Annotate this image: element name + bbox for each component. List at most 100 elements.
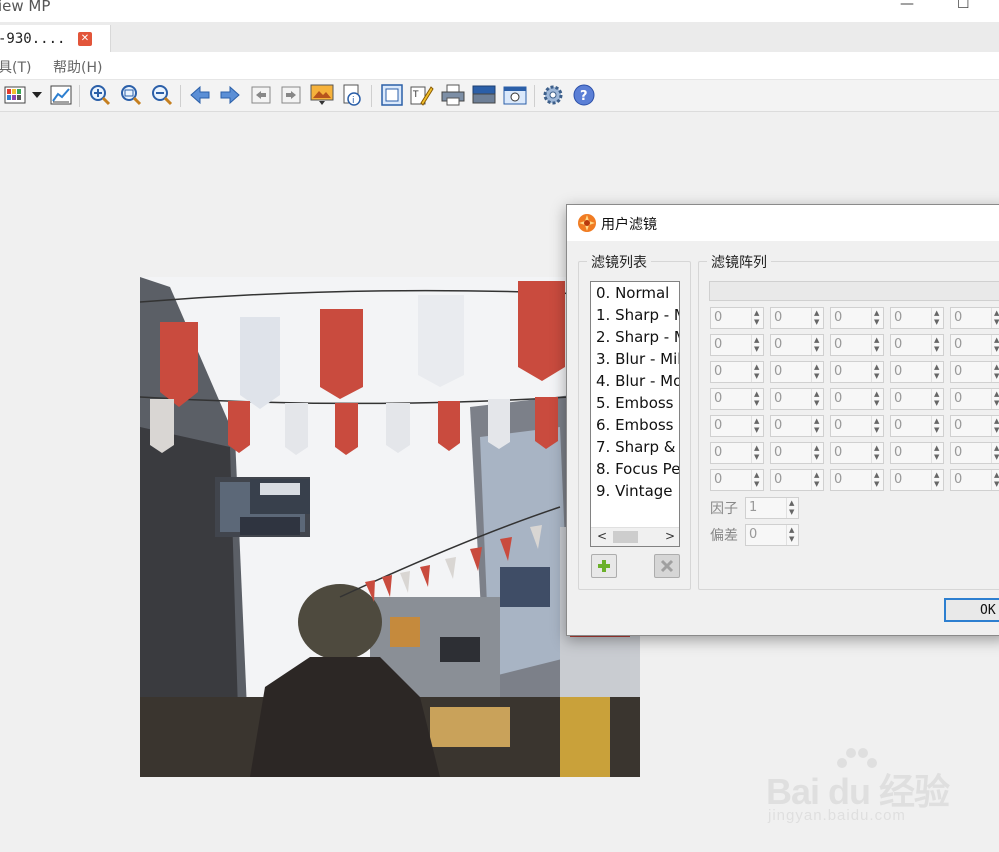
matrix-cell-spinbox[interactable]: 0 ▲ ▼ xyxy=(890,361,944,383)
spin-arrows[interactable]: ▲ ▼ xyxy=(991,470,999,490)
spin-up-icon[interactable]: ▲ xyxy=(814,337,819,344)
spin-up-icon[interactable]: ▲ xyxy=(934,310,939,317)
slideshow-icon[interactable] xyxy=(310,83,334,107)
spin-arrows[interactable]: ▲ ▼ xyxy=(931,308,943,328)
spin-up-icon[interactable]: ▲ xyxy=(814,445,819,452)
arrow-right-icon[interactable] xyxy=(218,83,242,107)
spin-down-icon[interactable]: ▼ xyxy=(994,319,999,326)
spin-up-icon[interactable]: ▲ xyxy=(874,445,879,452)
spin-up-icon[interactable]: ▲ xyxy=(754,472,759,479)
matrix-cell-spinbox[interactable]: 0 ▲ ▼ xyxy=(890,388,944,410)
matrix-cell-spinbox[interactable]: 0 ▲ ▼ xyxy=(950,334,999,356)
spin-up-icon[interactable]: ▲ xyxy=(754,364,759,371)
dialog-titlebar[interactable]: 用户滤镜 xyxy=(567,205,999,241)
spin-arrows[interactable]: ▲ ▼ xyxy=(786,525,798,545)
spin-arrows[interactable]: ▲ ▼ xyxy=(871,443,883,463)
spin-down-icon[interactable]: ▼ xyxy=(754,346,759,353)
spin-down-icon[interactable]: ▼ xyxy=(994,427,999,434)
spin-up-icon[interactable]: ▲ xyxy=(789,500,794,507)
spin-up-icon[interactable]: ▲ xyxy=(994,418,999,425)
spin-arrows[interactable]: ▲ ▼ xyxy=(991,389,999,409)
list-item[interactable]: 8. Focus Pe xyxy=(596,460,679,478)
spin-down-icon[interactable]: ▼ xyxy=(814,454,819,461)
settings-icon[interactable] xyxy=(541,83,565,107)
spin-arrows[interactable]: ▲ ▼ xyxy=(811,389,823,409)
spin-up-icon[interactable]: ▲ xyxy=(994,310,999,317)
spin-up-icon[interactable]: ▲ xyxy=(754,418,759,425)
spin-down-icon[interactable]: ▼ xyxy=(994,400,999,407)
spin-down-icon[interactable]: ▼ xyxy=(874,427,879,434)
spin-down-icon[interactable]: ▼ xyxy=(874,481,879,488)
spin-arrows[interactable]: ▲ ▼ xyxy=(811,308,823,328)
spin-down-icon[interactable]: ▼ xyxy=(874,454,879,461)
scrollbar-thumb[interactable] xyxy=(613,531,638,543)
spin-arrows[interactable]: ▲ ▼ xyxy=(931,443,943,463)
spin-up-icon[interactable]: ▲ xyxy=(754,445,759,452)
spin-up-icon[interactable]: ▲ xyxy=(874,418,879,425)
spin-down-icon[interactable]: ▼ xyxy=(754,373,759,380)
fullscreen-icon[interactable] xyxy=(380,83,404,107)
filter-listbox[interactable]: 0. Normal 1. Sharp - M 2. Sharp - M 3. B… xyxy=(590,281,680,547)
spin-down-icon[interactable]: ▼ xyxy=(994,481,999,488)
spin-down-icon[interactable]: ▼ xyxy=(814,427,819,434)
spin-arrows[interactable]: ▲ ▼ xyxy=(811,335,823,355)
spin-down-icon[interactable]: ▼ xyxy=(934,400,939,407)
list-item[interactable]: 5. Emboss - xyxy=(596,394,679,412)
spin-up-icon[interactable]: ▲ xyxy=(934,364,939,371)
matrix-cell-spinbox[interactable]: 0 ▲ ▼ xyxy=(830,442,884,464)
zoom-out-icon[interactable] xyxy=(150,83,174,107)
spin-down-icon[interactable]: ▼ xyxy=(754,319,759,326)
spin-arrows[interactable]: ▲ ▼ xyxy=(991,335,999,355)
spin-down-icon[interactable]: ▼ xyxy=(934,454,939,461)
matrix-cell-spinbox[interactable]: 0 ▲ ▼ xyxy=(770,334,824,356)
matrix-cell-spinbox[interactable]: 0 ▲ ▼ xyxy=(770,388,824,410)
minimize-button[interactable]: — xyxy=(900,0,914,12)
spin-arrows[interactable]: ▲ ▼ xyxy=(991,308,999,328)
matrix-cell-spinbox[interactable]: 0 ▲ ▼ xyxy=(710,334,764,356)
matrix-cell-spinbox[interactable]: 0 ▲ ▼ xyxy=(950,361,999,383)
spin-up-icon[interactable]: ▲ xyxy=(934,337,939,344)
spin-arrows[interactable]: ▲ ▼ xyxy=(931,335,943,355)
scroll-left-icon[interactable]: < xyxy=(597,529,607,543)
spin-down-icon[interactable]: ▼ xyxy=(874,373,879,380)
spin-down-icon[interactable]: ▼ xyxy=(814,400,819,407)
camera-icon[interactable] xyxy=(503,83,527,107)
spin-arrows[interactable]: ▲ ▼ xyxy=(931,470,943,490)
spin-up-icon[interactable]: ▲ xyxy=(874,364,879,371)
menu-tools[interactable]: 具(T) xyxy=(0,57,31,77)
spin-up-icon[interactable]: ▲ xyxy=(789,527,794,534)
spin-down-icon[interactable]: ▼ xyxy=(934,427,939,434)
matrix-cell-spinbox[interactable]: 0 ▲ ▼ xyxy=(890,469,944,491)
spin-down-icon[interactable]: ▼ xyxy=(789,509,794,516)
matrix-cell-spinbox[interactable]: 0 ▲ ▼ xyxy=(890,415,944,437)
spin-up-icon[interactable]: ▲ xyxy=(994,364,999,371)
spin-arrows[interactable]: ▲ ▼ xyxy=(871,308,883,328)
ok-button[interactable]: OK xyxy=(944,598,999,622)
menu-help[interactable]: 帮助(H) xyxy=(53,57,102,77)
zoom-fit-icon[interactable] xyxy=(119,83,143,107)
add-filter-button[interactable] xyxy=(591,554,617,578)
matrix-cell-spinbox[interactable]: 0 ▲ ▼ xyxy=(710,469,764,491)
print-icon[interactable] xyxy=(441,83,465,107)
spin-up-icon[interactable]: ▲ xyxy=(994,472,999,479)
file-info-icon[interactable]: i xyxy=(340,83,364,107)
spin-down-icon[interactable]: ▼ xyxy=(874,400,879,407)
spin-down-icon[interactable]: ▼ xyxy=(994,346,999,353)
matrix-cell-spinbox[interactable]: 0 ▲ ▼ xyxy=(770,361,824,383)
list-item[interactable]: 2. Sharp - M xyxy=(596,328,679,346)
matrix-cell-spinbox[interactable]: 0 ▲ ▼ xyxy=(710,361,764,383)
spin-up-icon[interactable]: ▲ xyxy=(814,310,819,317)
spin-arrows[interactable]: ▲ ▼ xyxy=(811,470,823,490)
matrix-cell-spinbox[interactable]: 0 ▲ ▼ xyxy=(830,388,884,410)
matrix-cell-spinbox[interactable]: 0 ▲ ▼ xyxy=(770,415,824,437)
matrix-cell-spinbox[interactable]: 0 ▲ ▼ xyxy=(770,469,824,491)
spin-down-icon[interactable]: ▼ xyxy=(754,454,759,461)
spin-down-icon[interactable]: ▼ xyxy=(994,454,999,461)
spin-arrows[interactable]: ▲ ▼ xyxy=(871,362,883,382)
spin-arrows[interactable]: ▲ ▼ xyxy=(931,362,943,382)
matrix-cell-spinbox[interactable]: 0 ▲ ▼ xyxy=(890,307,944,329)
spin-down-icon[interactable]: ▼ xyxy=(754,427,759,434)
spin-down-icon[interactable]: ▼ xyxy=(874,346,879,353)
matrix-cell-spinbox[interactable]: 0 ▲ ▼ xyxy=(890,334,944,356)
spin-down-icon[interactable]: ▼ xyxy=(754,400,759,407)
